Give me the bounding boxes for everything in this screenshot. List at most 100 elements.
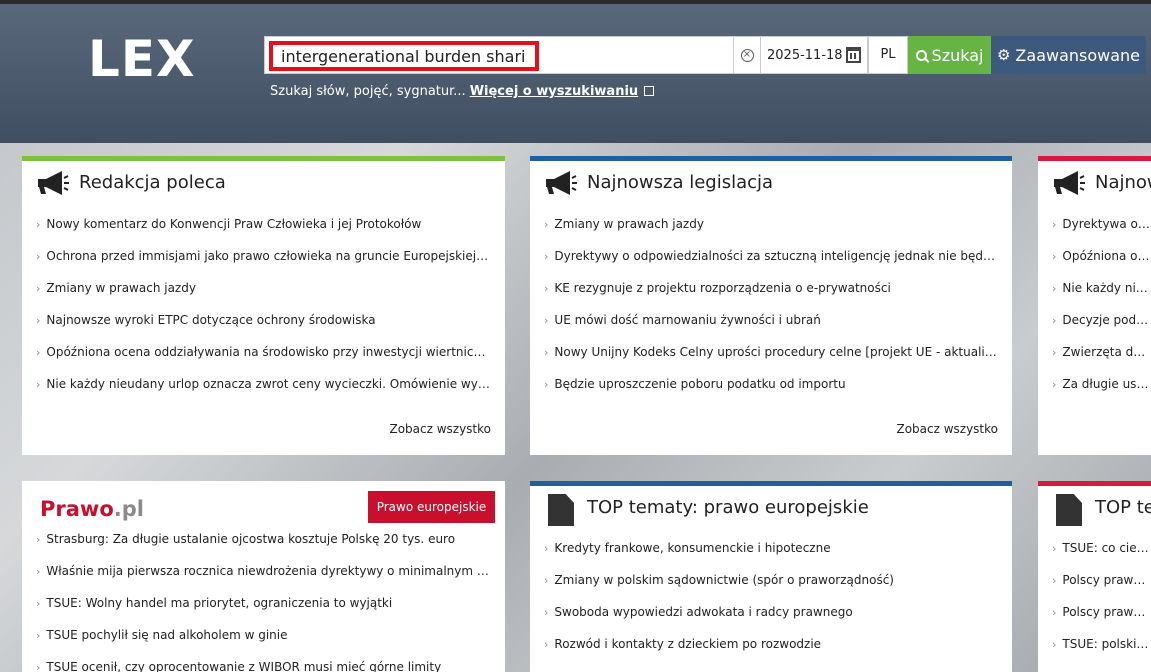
topics-list: › Kredyty frankowe, konsumenckie i hipote… [544,532,998,660]
list-item[interactable]: › TSUE: Wolny handel ma priorytet, ograni… [36,587,491,619]
list-item[interactable]: › Nowy komentarz do Konwencji Praw Człowi… [36,208,491,240]
list-item[interactable]: › UE mówi dość marnowaniu żywności i ubra… [544,304,998,336]
panel-accent-bar [530,156,1012,161]
chevron-right-icon: › [36,217,41,231]
megaphone-icon [546,171,577,195]
gears-icon: ⚙ [996,46,1011,64]
chevron-right-icon: › [1052,345,1057,359]
chevron-right-icon: › [544,281,549,295]
list-item[interactable]: › Swoboda wypowiedzi adwokata i radcy pra… [544,596,998,628]
list-item[interactable]: › TSUE pochylił się nad alkoholem w ginie [36,619,491,651]
chevron-right-icon: › [544,605,549,619]
list-item[interactable]: › Najnowsze wyroki ETPC dotyczące ochrony… [36,304,491,336]
list-item[interactable]: › TSUE: co ciekaw [1052,532,1151,564]
panel-title[interactable]: Najnowsza legislacja [587,172,773,193]
hint-text: Szukaj słów, pojęć, sygnatur... [270,84,466,99]
chevron-right-icon: › [544,249,549,263]
panel-title[interactable]: Najnow [1095,172,1151,193]
search-button-label: Szukaj [931,45,984,65]
chevron-right-icon: › [36,281,41,295]
list-item[interactable]: › Kredyty frankowe, konsumenckie i hipote… [544,532,998,564]
chevron-right-icon: › [544,573,549,587]
list-item[interactable]: › Nie każdy nieudany urlop oznacza zwrot … [36,368,491,400]
chevron-right-icon: › [36,628,41,642]
search-box[interactable] [264,36,734,74]
chevron-right-icon: › [36,313,41,327]
panel-najnowsze-partial: Najnow ›Dyrektywa o m ›Opóźniona oce ›Ni… [1038,156,1151,455]
list-item[interactable]: › Rozwód i kontakty z dzieckiem po rozwod… [544,628,998,660]
advanced-search-button[interactable]: ⚙ Zaawansowane [991,36,1146,74]
list-item[interactable]: › Polscy prawnicy [1052,596,1151,628]
news-list: › Nowy komentarz do Konwencji Praw Człowi… [36,208,491,400]
list-item[interactable]: › Opóźniona ocena oddziaływania na środow… [36,336,491,368]
panel-accent-bar [530,481,1012,486]
chevron-right-icon: › [1052,217,1057,231]
list-item[interactable]: › Zmiany w polskim sądownictwie (spór o p… [544,564,998,596]
chevron-right-icon: › [36,377,41,391]
list-item[interactable]: › TSUE: polskie s [1052,628,1151,660]
search-help-link[interactable]: Więcej o wyszukiwaniu [470,84,638,99]
chevron-right-icon: › [36,564,41,578]
megaphone-icon [1054,171,1085,195]
list-item[interactable]: › Za długie ustal [1052,368,1151,400]
chevron-right-icon: › [544,313,549,327]
list-item[interactable]: › Nie każdy nieuc [1052,272,1151,304]
panel-top-partial: TOP te › TSUE: co ciekaw › Polscy prawnicy… [1038,481,1151,672]
calendar-icon[interactable] [846,47,861,63]
news-list: › Strasburg: Za długie ustalanie ojcostwa… [36,523,491,672]
chevron-right-icon: › [544,637,549,651]
prawo-pl-logo[interactable]: Prawo.pl [40,497,144,521]
list-item[interactable]: › Dyrektywy o odpowiedzialności za sztucz… [544,240,998,272]
clear-search-button[interactable]: × [734,36,760,74]
list-item[interactable]: › Strasburg: Za długie ustalanie ojcostwa… [36,523,491,555]
document-icon [1056,494,1082,526]
chevron-right-icon: › [1052,377,1057,391]
chevron-right-icon: › [1052,249,1057,263]
panel-title[interactable]: TOP tematy: prawo europejskie [587,497,869,518]
list-item[interactable]: › Decyzje podatk [1052,304,1151,336]
list-item[interactable]: › Zmiany w prawach jazdy [544,208,998,240]
list-item[interactable]: › Nowy Unijny Kodeks Celny uprości proced… [544,336,998,368]
panel-prawo-pl: Prawo.pl Prawo europejskie › Strasburg: Z… [22,481,505,672]
prawo-europejskie-button[interactable]: Prawo europejskie [368,491,495,523]
document-icon [548,494,574,526]
search-hint: Szukaj słów, pojęć, sygnatur... Więcej o … [270,84,655,99]
list-item[interactable]: › Zwierzęta dom [1052,336,1151,368]
chevron-right-icon: › [1052,605,1057,619]
list-item[interactable]: › Opóźniona oce [1052,240,1151,272]
list-item[interactable]: › Ochrona przed immisjami jako prawo czło… [36,240,491,272]
chevron-right-icon: › [1052,541,1057,555]
chevron-right-icon: › [544,345,549,359]
list-item[interactable]: › Zmiany w prawach jazdy [36,272,491,304]
panel-title[interactable]: TOP te [1095,497,1151,518]
chevron-right-icon: › [36,249,41,263]
panel-title[interactable]: Redakcja poleca [79,172,226,193]
list-item[interactable]: › Dyrektywa o m [1052,208,1151,240]
search-button[interactable]: Szukaj [908,36,991,74]
search-input[interactable] [269,41,539,71]
see-all-link[interactable]: Zobacz wszystko [896,422,998,436]
list-item[interactable]: › KE rezygnuje z projektu rozporządzenia … [544,272,998,304]
search-icon [915,49,927,61]
panel-accent-bar [1038,481,1151,486]
list-item[interactable]: › Polscy prawnicy [1052,564,1151,596]
panel-top-tematy: TOP tematy: prawo europejskie › Kredyty f… [530,481,1012,672]
chevron-right-icon: › [1052,281,1057,295]
list-item[interactable]: › Będzie uproszczenie poboru podatku od i… [544,368,998,400]
external-link-icon [644,86,655,96]
topics-list: › TSUE: co ciekaw › Polscy prawnicy › Polsc… [1052,532,1151,660]
date-value: 2025-11-18 [767,48,843,63]
lex-logo[interactable]: LEX [88,34,196,84]
language-select[interactable]: PL [868,36,908,74]
chevron-right-icon: › [36,345,41,359]
chevron-right-icon: › [36,596,41,610]
list-item[interactable]: › Właśnie mija pierwsza rocznica niewdroż… [36,555,491,587]
chevron-right-icon: › [1052,313,1057,327]
chevron-right-icon: › [36,532,41,546]
chevron-right-icon: › [1052,573,1057,587]
list-item[interactable]: › TSUE ocenił, czy oprocentowanie z WIBOR… [36,651,491,672]
megaphone-icon [38,171,69,195]
date-field[interactable]: 2025-11-18 [760,36,868,74]
chevron-right-icon: › [1052,637,1057,651]
see-all-link[interactable]: Zobacz wszystko [389,422,491,436]
